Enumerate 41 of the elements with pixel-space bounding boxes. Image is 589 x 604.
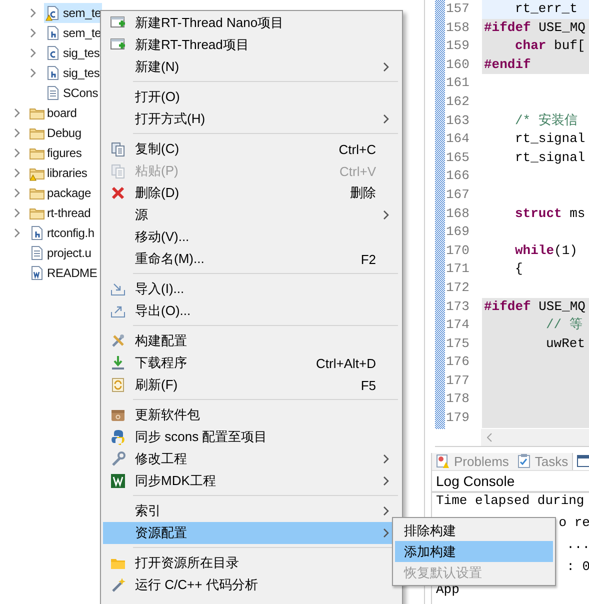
menu-item[interactable]: 移动(V)... — [103, 226, 400, 248]
menu-item[interactable]: 重命名(M)... F2 — [103, 248, 400, 270]
tree-item[interactable]: README — [28, 263, 98, 283]
tree-item[interactable]: project.u — [28, 243, 92, 263]
menu-item[interactable]: 新建RT-Thread项目 — [103, 34, 400, 56]
menu-item[interactable]: 导出(O)... — [103, 300, 400, 322]
menu-item[interactable]: 同步 scons 配置至项目 — [103, 426, 400, 448]
menu-item[interactable]: 修改工程 — [103, 448, 400, 470]
tree-item[interactable]: rt-thread — [28, 203, 92, 223]
menu-item[interactable]: 删除(D) 删除 — [103, 182, 400, 204]
menu-item[interactable]: 打开(O) — [103, 86, 400, 108]
menu-item[interactable]: 导入(I)... — [103, 278, 400, 300]
menu-item[interactable]: 构建配置 — [103, 330, 400, 352]
panel-title: Log Console — [432, 470, 589, 493]
menu-item[interactable]: 新建RT-Thread Nano项目 — [103, 12, 400, 34]
menu-item[interactable]: 添加构建 — [395, 541, 553, 562]
tree-item[interactable]: package — [28, 183, 92, 203]
tree-item[interactable]: SCons — [44, 83, 100, 103]
tree-item[interactable]: Debug — [28, 123, 82, 143]
menu-item[interactable]: 新建(N) — [103, 56, 400, 78]
menu-item[interactable]: 更新软件包 — [103, 404, 400, 426]
tree-item[interactable]: figures — [28, 143, 83, 163]
menu-item[interactable]: 复制(C) Ctrl+C — [103, 138, 400, 160]
tree-item[interactable]: sem_te — [44, 3, 102, 23]
tree-item[interactable]: board — [28, 103, 78, 123]
tree-item[interactable]: sig_tes — [44, 63, 101, 83]
menu-item[interactable]: 同步MDK工程 — [103, 470, 400, 492]
tree-item[interactable]: rtconfig.h — [28, 223, 96, 243]
menu-item[interactable]: 源 — [103, 204, 400, 226]
tree-item[interactable]: sig_tes — [44, 43, 101, 63]
console-line: App — [436, 582, 460, 599]
menu-item[interactable]: 打开方式(H) — [103, 108, 400, 130]
console-line: ... — [566, 537, 589, 554]
menu-item[interactable]: 索引 — [103, 500, 400, 522]
console-line: : 0 — [566, 559, 589, 576]
tree-item[interactable]: sem_te — [44, 23, 102, 43]
console-line: o re — [558, 514, 589, 532]
menu-item[interactable]: 刷新(F) F5 — [103, 374, 400, 396]
console-line: Time elapsed during — [436, 492, 584, 510]
menu-item[interactable]: 下载程序 Ctrl+Alt+D — [103, 352, 400, 374]
tree-item[interactable]: libraries — [28, 163, 88, 183]
